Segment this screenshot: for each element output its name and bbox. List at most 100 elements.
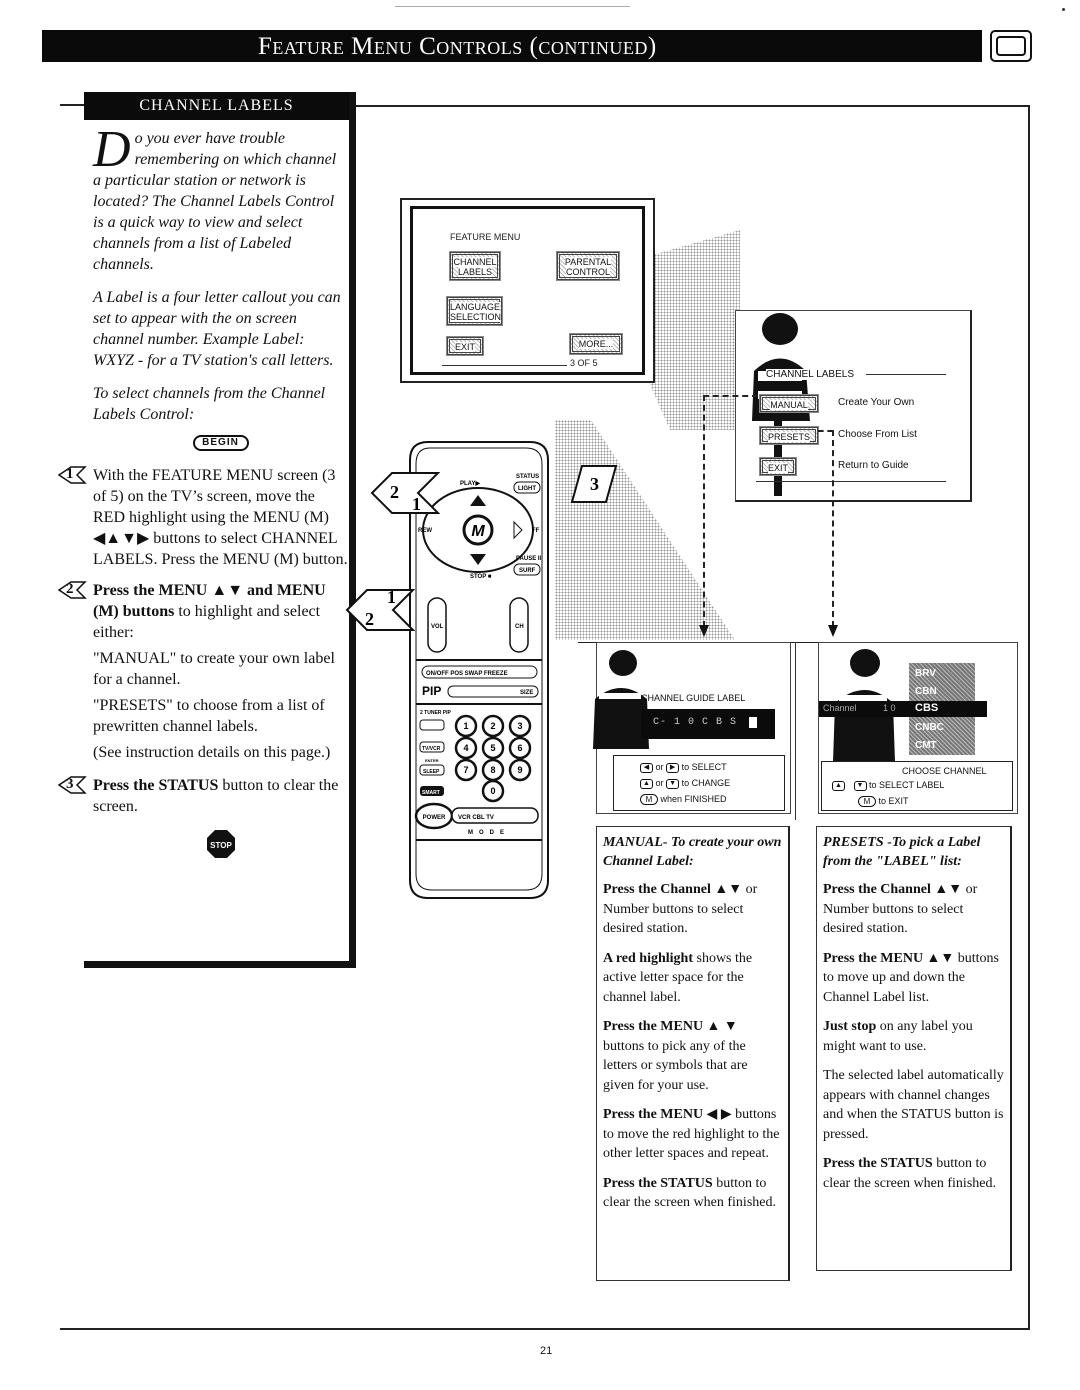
- selected-channel-bar: Channel 1 0 CBS: [819, 701, 987, 717]
- svg-text:PAUSE II: PAUSE II: [516, 556, 542, 562]
- presets-description: Choose From List: [838, 429, 917, 440]
- menu-m-key-icon: M: [858, 796, 876, 808]
- svg-text:STATUS: STATUS: [516, 474, 539, 480]
- svg-text:POWER: POWER: [423, 815, 446, 821]
- cyclist-image: [593, 650, 649, 749]
- svg-text:ON/OFF POS SWAP FREEZE: ON/OFF POS SWAP FREEZE: [426, 671, 508, 677]
- manual-instruction: A red highlight shows the active letter …: [603, 950, 753, 1005]
- corner-mark: [1062, 8, 1065, 11]
- presets-label-screen: BRV CBN x CNBC CMT Channel 1 0 CBS CHOOS…: [818, 642, 1018, 814]
- presets-instruction: Press the Channel ▲▼ or Number buttons t…: [823, 882, 978, 936]
- presets-instructions: PRESETS -To pick a Label from the "LABEL…: [816, 826, 1012, 1271]
- step-callout-2-1-top: 2 1: [370, 472, 440, 514]
- manual-description: Create Your Own: [838, 397, 915, 408]
- svg-text:2: 2: [390, 482, 399, 502]
- svg-text:STOP: STOP: [210, 841, 232, 850]
- connector-line: [703, 395, 758, 397]
- hint-change: ▲ or ▼ to CHANGE: [640, 778, 730, 789]
- cursor-highlight: [749, 717, 757, 728]
- svg-text:M: M: [471, 523, 485, 540]
- svg-text:PIP: PIP: [422, 684, 441, 698]
- presets-instruction: Press the MENU ▲▼ buttons to move up and…: [823, 950, 1000, 1005]
- manual-hints: ◀ or ▶ to SELECT ▲ or ▼ to CHANGE M when…: [613, 755, 785, 811]
- svg-text:8: 8: [490, 765, 495, 775]
- channel-label: Channel: [823, 703, 857, 713]
- step-1-text: With the FEATURE MENU screen (3 of 5) on…: [93, 467, 348, 568]
- menu-button-exit[interactable]: EXIT: [446, 336, 484, 356]
- svg-text:SLEEP: SLEEP: [423, 769, 440, 775]
- svg-text:0: 0: [490, 786, 495, 796]
- menu-button-manual[interactable]: MANUAL: [759, 394, 819, 413]
- menu-button-more[interactable]: MORE...: [569, 333, 623, 355]
- svg-text:MODE: MODE: [468, 830, 510, 836]
- hint-select: ◀ or ▶ to SELECT: [640, 762, 727, 773]
- channel-guide-label-caption: CHANNEL GUIDE LABEL: [641, 693, 746, 703]
- panel-content: D o you ever have trouble remembering on…: [57, 124, 348, 859]
- manual-instruction: Press the Channel ▲▼ or Number buttons t…: [603, 882, 758, 936]
- step-2-option-presets: "PRESETS" to choose from a list of prewr…: [93, 697, 325, 735]
- svg-text:TV/VCR: TV/VCR: [422, 746, 441, 752]
- manual-heading: MANUAL- To create your own Channel Label…: [603, 835, 782, 869]
- step-number-icon: 2: [57, 580, 87, 599]
- label-option[interactable]: CBN: [915, 683, 944, 701]
- feature-menu-screen: FEATURE MENU CHANNEL LABELS PARENTAL CON…: [400, 198, 655, 383]
- connector-line: [703, 395, 705, 627]
- svg-text:SURF: SURF: [519, 568, 536, 574]
- presets-hints: CHOOSE CHANNEL ▲ ▼ to SELECT LABEL M to …: [821, 761, 1013, 811]
- label-readout: C- 1 0 C B S: [653, 717, 738, 728]
- svg-text:VCR CBL TV: VCR CBL TV: [458, 815, 494, 821]
- down-arrow-key-icon: ▼: [666, 778, 680, 789]
- divider: [442, 365, 567, 366]
- menu-button-channel-labels[interactable]: CHANNEL LABELS: [449, 251, 501, 281]
- connector-line: [818, 430, 833, 432]
- svg-text:4: 4: [463, 743, 468, 753]
- svg-text:SIZE: SIZE: [520, 690, 533, 696]
- svg-text:LIGHT: LIGHT: [518, 486, 536, 492]
- svg-text:1: 1: [412, 494, 421, 514]
- step-3-bold: Press the STATUS: [93, 777, 219, 794]
- step-2: 2 Press the MENU ▲▼ and MENU (M) buttons…: [57, 580, 348, 763]
- hint-select-label: ▲ ▼ to SELECT LABEL: [832, 780, 944, 791]
- arrow-down-icon: [699, 625, 709, 637]
- menu-button-language-selection[interactable]: LANGUAGE SELECTION: [446, 296, 503, 326]
- svg-text:1: 1: [387, 587, 396, 607]
- page-number: 21: [540, 1345, 553, 1357]
- exit-description: Return to Guide: [838, 460, 909, 471]
- menu-button-presets[interactable]: PRESETS: [759, 426, 819, 445]
- label-option[interactable]: BRV: [915, 665, 944, 683]
- select-intro: To select channels from the Channel Labe…: [93, 385, 326, 423]
- svg-text:FF: FF: [532, 528, 540, 534]
- step-callout-1-2-bottom: 1 2: [345, 587, 415, 631]
- step-1: 1 With the FEATURE MENU screen (3 of 5) …: [57, 465, 348, 570]
- panel-header: CHANNEL LABELS: [84, 92, 349, 120]
- step-number-icon: 3: [57, 775, 87, 794]
- svg-text:2: 2: [365, 609, 374, 629]
- manual-label-screen: CHANNEL GUIDE LABEL C- 1 0 C B S ◀ or ▶ …: [593, 642, 791, 814]
- divider: [756, 481, 946, 482]
- presets-heading: PRESETS -To pick a Label from the "LABEL…: [823, 835, 981, 869]
- label-option[interactable]: CNBC: [915, 719, 944, 737]
- label-option[interactable]: CMT: [915, 737, 944, 755]
- svg-text:REW: REW: [418, 528, 432, 534]
- up-arrow-key-icon: ▲: [640, 778, 653, 789]
- manual-instruction: Press the MENU ▲ ▼ buttons to pick any o…: [603, 1019, 748, 1093]
- label-explanation: A Label is a four letter callout you can…: [93, 289, 341, 369]
- page-indicator: 3 OF 5: [570, 358, 598, 368]
- divider: [866, 374, 946, 375]
- manual-instruction: Press the STATUS button to clear the scr…: [603, 1175, 776, 1211]
- left-arrow-key-icon: ◀: [640, 762, 653, 773]
- svg-text:STOP ■: STOP ■: [470, 574, 492, 580]
- intro-paragraph: D o you ever have trouble remembering on…: [93, 124, 348, 275]
- svg-text:2: 2: [490, 721, 495, 731]
- channel-number: 1 0: [883, 703, 896, 713]
- menu-button-parental-control[interactable]: PARENTAL CONTROL: [556, 251, 620, 281]
- menu-button-exit[interactable]: EXIT: [759, 457, 797, 476]
- svg-text:PLAY▶: PLAY▶: [460, 480, 480, 487]
- hint-finished: M when FINISHED: [640, 794, 727, 806]
- svg-text:9: 9: [517, 765, 522, 775]
- svg-text:3: 3: [590, 474, 599, 494]
- channel-labels-caption: CHANNEL LABELS: [766, 369, 854, 380]
- selected-label: CBS: [915, 702, 939, 714]
- label-entry-bar: C- 1 0 C B S: [641, 709, 775, 739]
- manual-instructions: MANUAL- To create your own Channel Label…: [596, 826, 790, 1281]
